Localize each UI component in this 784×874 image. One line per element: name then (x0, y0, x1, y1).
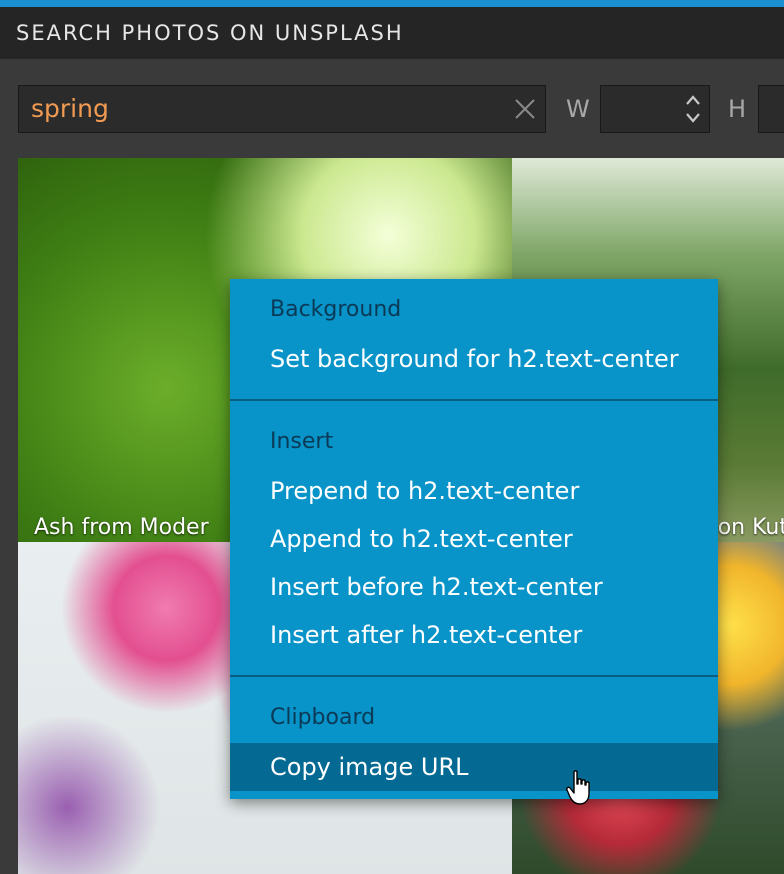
menu-item-append[interactable]: Append to h2.text-center (230, 515, 718, 563)
menu-item-insert-after[interactable]: Insert after h2.text-center (230, 611, 718, 659)
menu-item-set-background[interactable]: Set background for h2.text-center (230, 335, 718, 383)
panel-title: SEARCH PHOTOS ON UNSPLASH (0, 7, 784, 59)
height-label: H (728, 95, 747, 123)
menu-header-background: Background (270, 297, 402, 322)
photo-caption: on Kut (717, 515, 784, 540)
menu-item-insert-before[interactable]: Insert before h2.text-center (230, 563, 718, 611)
menu-item-copy-image-url[interactable]: Copy image URL (230, 743, 718, 791)
menu-divider (230, 675, 718, 677)
hand-cursor-icon (566, 770, 590, 805)
menu-divider (230, 399, 718, 401)
menu-item-prepend[interactable]: Prepend to h2.text-center (230, 467, 718, 515)
top-accent-bar (0, 0, 784, 7)
close-icon[interactable] (513, 97, 537, 121)
width-input[interactable] (600, 85, 710, 133)
height-input[interactable] (758, 85, 784, 133)
search-input[interactable]: spring (18, 85, 546, 133)
menu-header-clipboard: Clipboard (270, 705, 376, 730)
menu-header-insert: Insert (270, 429, 334, 454)
photo-caption: Ash from Moder (34, 515, 209, 540)
spinner-icon[interactable] (683, 90, 703, 128)
width-label: W (566, 95, 590, 123)
context-menu: Background Set background for h2.text-ce… (230, 279, 718, 799)
search-toolbar: spring W H (0, 59, 784, 157)
search-input-value[interactable]: spring (31, 86, 109, 132)
